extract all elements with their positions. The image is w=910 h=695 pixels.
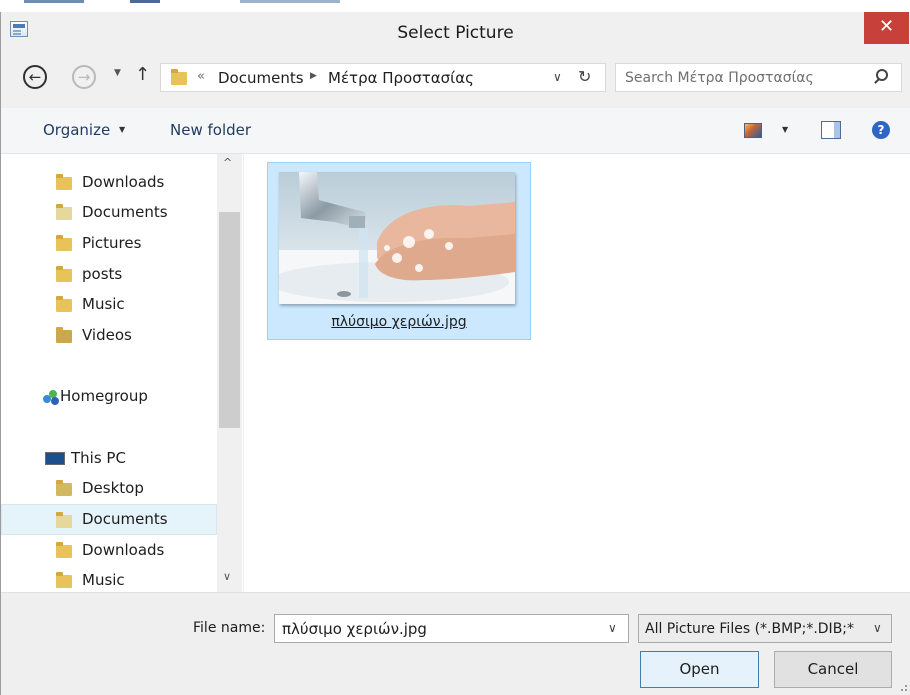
file-type-filter[interactable]: All Picture Files (*.BMP;*.DIB;* ∨	[638, 614, 892, 643]
videos-folder-icon	[56, 327, 72, 343]
homegroup-icon	[43, 390, 59, 405]
nav-item-label: Music	[82, 295, 125, 313]
change-view-icon[interactable]	[744, 123, 762, 138]
file-name-label[interactable]: πλύσιμο χεριών.jpg	[268, 314, 530, 330]
recent-locations-button[interactable]: ▼	[114, 68, 121, 78]
nav-item-label: Homegroup	[60, 387, 148, 405]
up-button[interactable]: ↑	[135, 64, 150, 85]
refresh-button[interactable]: ↻	[578, 67, 591, 86]
downloads-folder-icon	[56, 174, 72, 190]
close-button[interactable]: ✕	[864, 12, 909, 44]
music-folder-icon	[56, 296, 72, 312]
nav-item-this-pc[interactable]: This PC	[1, 443, 217, 474]
file-name-input[interactable]	[274, 614, 629, 643]
file-thumbnail	[279, 172, 515, 304]
nav-item-downloads[interactable]: Downloads	[1, 535, 217, 566]
nav-item-label: Documents	[82, 203, 168, 221]
navigation-pane: Downloads Documents Pictures posts Music…	[1, 154, 243, 592]
nav-item-music[interactable]: Music	[1, 565, 217, 592]
documents-folder-icon	[56, 204, 72, 220]
documents-folder-icon	[56, 512, 72, 528]
nav-item-label: Downloads	[82, 541, 165, 559]
nav-item-documents[interactable]: Documents	[1, 197, 217, 228]
nav-item-downloads[interactable]: Downloads	[1, 167, 217, 198]
address-row: ← → ▼ ↑ « Documents ▶ Μέτρα Προστασίας ∨…	[1, 50, 910, 108]
folder-icon	[56, 266, 72, 282]
nav-item-label: Desktop	[82, 479, 144, 497]
nav-item-desktop[interactable]: Desktop	[1, 473, 217, 504]
scroll-up-icon[interactable]: ^	[223, 156, 232, 169]
nav-item-label: This PC	[71, 449, 126, 467]
nav-item-label: Downloads	[82, 173, 165, 191]
open-button[interactable]: Open	[640, 651, 759, 688]
search-box[interactable]: Search Μέτρα Προστασίας	[615, 63, 902, 92]
nav-item-pictures[interactable]: Pictures	[1, 228, 217, 259]
computer-icon	[45, 452, 65, 465]
back-button[interactable]: ←	[23, 65, 47, 89]
nav-item-label: Music	[82, 571, 125, 589]
preview-pane-icon[interactable]	[821, 121, 841, 139]
file-name-label: File name:	[193, 620, 266, 636]
address-dropdown-button[interactable]: ∨	[553, 70, 562, 84]
nav-item-documents-selected[interactable]: Documents	[1, 504, 217, 535]
nav-item-label: posts	[82, 265, 123, 283]
background-app-strip	[0, 0, 910, 12]
music-folder-icon	[56, 572, 72, 588]
view-options-dropdown-icon[interactable]: ▼	[782, 125, 788, 134]
select-picture-dialog: Select Picture ✕ ← → ▼ ↑ « Documents ▶ Μ…	[0, 12, 910, 695]
address-bar[interactable]: « Documents ▶ Μέτρα Προστασίας ∨ ↻	[160, 63, 606, 92]
title-bar: Select Picture ✕	[1, 12, 910, 50]
nav-pane-scrollbar[interactable]: ^ ∨	[217, 154, 242, 592]
new-folder-button[interactable]: New folder	[170, 121, 251, 139]
forward-button[interactable]: →	[72, 65, 96, 89]
help-icon[interactable]: ?	[872, 121, 890, 139]
breadcrumb-overflow[interactable]: «	[197, 69, 205, 84]
hand-washing-image	[279, 172, 515, 304]
scrollbar-thumb[interactable]	[219, 212, 240, 428]
breadcrumb-documents[interactable]: Documents	[218, 69, 304, 87]
file-type-dropdown-icon[interactable]: ∨	[873, 621, 882, 635]
organize-dropdown-icon[interactable]: ▼	[119, 125, 125, 134]
nav-item-homegroup[interactable]: Homegroup	[1, 381, 217, 412]
folder-icon	[171, 69, 187, 85]
dialog-footer: File name: ∨ All Picture Files (*.BMP;*.…	[1, 592, 910, 695]
breadcrumb-separator-icon[interactable]: ▶	[310, 71, 317, 81]
command-toolbar: Organize ▼ New folder ▼ ?	[1, 108, 910, 154]
search-input[interactable]: Search Μέτρα Προστασίας	[625, 70, 814, 86]
nav-item-label: Videos	[82, 326, 132, 344]
downloads-folder-icon	[56, 542, 72, 558]
file-list: πλύσιμο χεριών.jpg	[244, 154, 910, 592]
cancel-button[interactable]: Cancel	[774, 651, 892, 688]
nav-item-music[interactable]: Music	[1, 289, 217, 320]
breadcrumb-current-folder[interactable]: Μέτρα Προστασίας	[328, 69, 474, 87]
dialog-title: Select Picture	[397, 23, 514, 43]
file-type-filter-label: All Picture Files (*.BMP;*.DIB;*	[645, 621, 855, 637]
file-name-dropdown-icon[interactable]: ∨	[608, 621, 617, 635]
search-icon[interactable]	[876, 69, 888, 81]
resize-grip[interactable]	[901, 685, 907, 691]
nav-item-label: Documents	[82, 510, 168, 528]
file-item[interactable]: πλύσιμο χεριών.jpg	[267, 162, 531, 340]
nav-item-posts[interactable]: posts	[1, 259, 217, 290]
scroll-down-icon[interactable]: ∨	[223, 570, 231, 583]
nav-item-videos[interactable]: Videos	[1, 320, 217, 351]
desktop-folder-icon	[56, 480, 72, 496]
organize-button[interactable]: Organize	[43, 121, 110, 139]
nav-item-label: Pictures	[82, 234, 142, 252]
pictures-folder-icon	[56, 235, 72, 251]
